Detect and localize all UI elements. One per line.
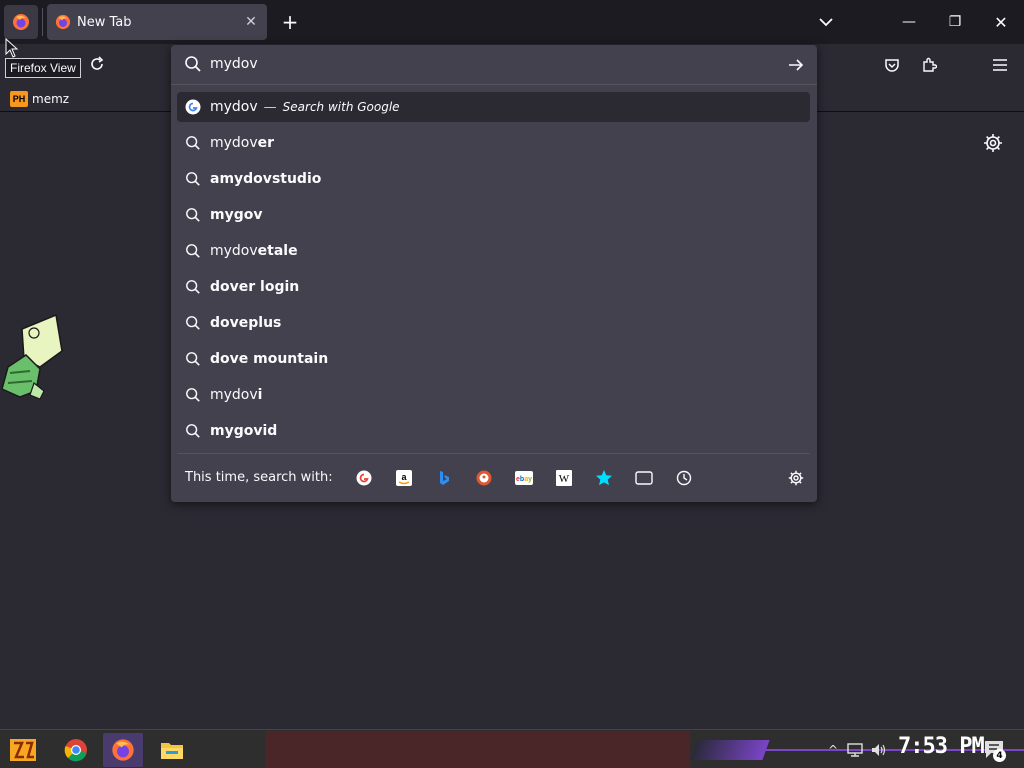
suggestion-row[interactable]: dove mountain <box>177 344 810 374</box>
peridot-character-icon <box>1 313 63 400</box>
suggestion-text: mydov <box>210 99 258 115</box>
suggestion-separator: — <box>263 99 277 115</box>
suggestion-action: Search with Google <box>282 100 400 114</box>
mouse-cursor-icon <box>5 38 19 58</box>
suggestion-text: mydover <box>210 135 275 151</box>
volume-icon[interactable] <box>870 741 888 759</box>
close-window-button[interactable]: ✕ <box>978 0 1024 44</box>
duckduckgo-icon[interactable] <box>475 469 493 487</box>
taskbar: ^ 7:53 PM 4 <box>0 729 1024 768</box>
firefox-view-button[interactable] <box>4 5 38 39</box>
go-arrow-icon[interactable] <box>786 55 806 75</box>
minimize-button[interactable]: — <box>886 0 932 44</box>
tab-new-tab[interactable]: New Tab ✕ <box>47 4 267 40</box>
tab-separator <box>42 8 43 36</box>
new-tab-button[interactable]: + <box>278 10 302 34</box>
tab-strip: New Tab ✕ + — ❐ ✕ <box>0 0 1024 44</box>
taskbar-decoration <box>690 740 770 760</box>
suggestion-heuristic[interactable]: mydov — Search with Google <box>177 92 810 122</box>
suggestion-row[interactable]: dover login <box>177 272 810 302</box>
chevron-down-icon <box>819 18 833 27</box>
start-button-icon[interactable] <box>8 737 38 763</box>
firefox-icon <box>112 739 134 761</box>
urlbar-separator <box>171 84 817 85</box>
suggestion-text: mydovetale <box>210 243 298 259</box>
firefox-icon <box>55 14 71 30</box>
oneoff-label: This time, search with: <box>185 470 333 485</box>
maximize-button[interactable]: ❐ <box>932 0 978 44</box>
search-icon <box>185 56 201 72</box>
list-all-tabs-button[interactable] <box>814 10 838 34</box>
firefox-icon <box>13 14 29 30</box>
urlbar-view: mydov mydov — Search with Google mydover… <box>171 45 817 502</box>
history-icon[interactable] <box>675 469 693 487</box>
google-icon <box>184 98 202 116</box>
bookmark-label: memz <box>32 92 70 106</box>
search-icon <box>184 134 202 152</box>
pocket-icon <box>885 59 899 72</box>
chrome-icon <box>64 739 87 762</box>
taskbar-clock[interactable]: 7:53 PM <box>898 734 985 759</box>
suggestion-text: mygov <box>210 207 263 223</box>
suggestion-text: amydovstudio <box>210 171 322 187</box>
firefox-view-tooltip: Firefox View <box>5 58 81 78</box>
show-hidden-icons-chevron-icon[interactable]: ^ <box>824 741 842 759</box>
suggestion-row[interactable]: mygovid <box>177 416 810 446</box>
bookmarks-icon[interactable] <box>595 469 613 487</box>
bookmark-favicon: PH <box>10 91 28 107</box>
reload-button[interactable] <box>86 53 108 75</box>
page-settings-gear-icon[interactable] <box>983 133 1003 153</box>
taskbar-band <box>265 731 690 768</box>
google-icon[interactable] <box>355 469 373 487</box>
bookmark-item[interactable]: PH memz <box>10 89 69 109</box>
ebay-icon[interactable]: ebay <box>515 469 533 487</box>
search-oneoffs: This time, search with: a ebay W <box>171 463 817 493</box>
suggestion-row[interactable]: amydovstudio <box>177 164 810 194</box>
search-icon <box>184 170 202 188</box>
urlbar-input[interactable]: mydov <box>210 56 258 72</box>
tab-title: New Tab <box>77 14 132 30</box>
screen: New Tab ✕ + — ❐ ✕ PH memz Firefox View m… <box>0 0 1024 768</box>
taskbar-chrome[interactable] <box>56 733 96 767</box>
tabs-icon[interactable] <box>635 469 653 487</box>
oneoff-separator <box>177 453 810 454</box>
search-icon <box>184 278 202 296</box>
network-icon[interactable] <box>846 741 864 759</box>
search-icon <box>184 242 202 260</box>
notification-count-badge: 4 <box>993 749 1006 762</box>
suggestion-row[interactable]: mydovetale <box>177 236 810 266</box>
puzzle-icon <box>923 57 937 72</box>
urlbar-input-row[interactable]: mydov <box>171 45 817 85</box>
search-icon <box>184 314 202 332</box>
suggestion-row[interactable]: mydovi <box>177 380 810 410</box>
taskbar-file-explorer[interactable] <box>152 733 192 767</box>
pocket-button[interactable] <box>880 53 904 77</box>
suggestion-text: mygovid <box>210 423 278 439</box>
search-icon <box>184 350 202 368</box>
search-icon <box>184 386 202 404</box>
app-menu-button[interactable] <box>988 53 1012 77</box>
extensions-button[interactable] <box>917 53 941 77</box>
taskbar-firefox[interactable] <box>103 733 143 767</box>
suggestion-row[interactable]: mydover <box>177 128 810 158</box>
wikipedia-icon[interactable]: W <box>555 469 573 487</box>
suggestion-text: mydovi <box>210 387 263 403</box>
search-settings-gear-icon[interactable] <box>787 469 805 487</box>
bing-icon[interactable] <box>435 469 453 487</box>
amazon-icon[interactable]: a <box>395 469 413 487</box>
search-icon <box>184 422 202 440</box>
tab-close-button[interactable]: ✕ <box>239 10 263 34</box>
search-icon <box>184 206 202 224</box>
reload-icon <box>91 56 104 70</box>
suggestion-row[interactable]: doveplus <box>177 308 810 338</box>
suggestion-text: doveplus <box>210 315 282 331</box>
svg-text:ebay: ebay <box>516 476 532 483</box>
hamburger-icon <box>993 59 1007 71</box>
suggestion-row[interactable]: mygov <box>177 200 810 230</box>
folder-icon <box>161 743 183 759</box>
suggestion-text: dover login <box>210 279 300 295</box>
svg-text:W: W <box>559 473 570 485</box>
suggestion-text: dove mountain <box>210 351 329 367</box>
